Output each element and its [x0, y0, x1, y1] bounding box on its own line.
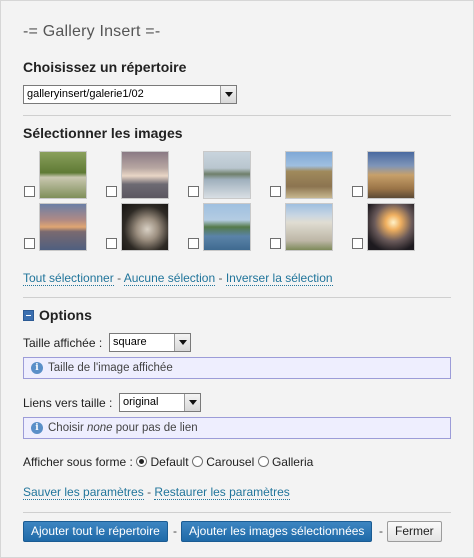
- image-checkbox-6[interactable]: [24, 238, 35, 249]
- image-checkbox-1[interactable]: [24, 186, 35, 197]
- chevron-down-icon[interactable]: [220, 86, 236, 103]
- add-selected-button[interactable]: Ajouter les images sélectionnées: [181, 521, 373, 542]
- add-directory-button[interactable]: Ajouter tout le répertoire: [23, 521, 168, 542]
- radio-default[interactable]: [136, 456, 148, 467]
- thumb-gateway-arch[interactable]: [285, 151, 333, 199]
- image-checkbox-7[interactable]: [106, 238, 117, 249]
- divider: [23, 115, 451, 116]
- separator: -: [218, 271, 223, 285]
- invert-selection-link[interactable]: Inverser la sélection: [225, 271, 333, 286]
- select-all-link[interactable]: Tout sélectionner: [23, 271, 114, 286]
- info-icon: i: [31, 362, 43, 374]
- link-info-suffix: pour pas de lien: [112, 422, 198, 434]
- radio-carousel-label[interactable]: Carousel: [206, 455, 254, 469]
- image-checkbox-4[interactable]: [270, 186, 281, 197]
- settings-links: Sauver les paramètres - Restaurer les pa…: [23, 485, 290, 500]
- images-heading: Sélectionner les images: [23, 125, 183, 141]
- separator: -: [379, 524, 383, 538]
- radio-carousel[interactable]: [191, 456, 203, 467]
- thumb-harbor[interactable]: [203, 151, 251, 199]
- display-row: Afficher sous forme : Default Carousel G…: [23, 455, 313, 469]
- radio-galleria-label[interactable]: Galleria: [272, 455, 313, 469]
- divider: [23, 512, 451, 513]
- image-checkbox-2[interactable]: [106, 186, 117, 197]
- link-info-none: none: [86, 422, 113, 434]
- separator: -: [147, 485, 152, 499]
- info-icon: i: [31, 422, 43, 434]
- size-select-value: square: [113, 336, 147, 348]
- radio-galleria[interactable]: [257, 456, 269, 467]
- collapse-icon[interactable]: [23, 310, 34, 321]
- link-info-box: i Choisir none pour pas de lien: [23, 417, 451, 439]
- restore-settings-link[interactable]: Restaurer les paramètres: [154, 485, 290, 500]
- image-checkbox-10[interactable]: [352, 238, 363, 249]
- separator: -: [173, 524, 177, 538]
- link-size-label: Liens vers taille :: [23, 396, 113, 410]
- image-checkbox-8[interactable]: [188, 238, 199, 249]
- image-checkbox-9[interactable]: [270, 238, 281, 249]
- thumb-city-sunset[interactable]: [39, 203, 87, 251]
- options-heading[interactable]: Options: [23, 307, 92, 323]
- save-settings-link[interactable]: Sauver les paramètres: [23, 485, 144, 500]
- thumb-monkey[interactable]: [121, 203, 169, 251]
- directory-select[interactable]: galleryinsert/galerie1/02: [23, 85, 237, 104]
- image-checkbox-3[interactable]: [188, 186, 199, 197]
- link-size-select-value: original: [123, 396, 159, 408]
- link-size-select[interactable]: original: [119, 393, 201, 412]
- options-heading-label: Options: [39, 307, 92, 323]
- thumb-palm-sunset[interactable]: [367, 203, 415, 251]
- chevron-down-icon[interactable]: [184, 394, 200, 411]
- select-none-link[interactable]: Aucune sélection: [123, 271, 216, 286]
- image-checkbox-5[interactable]: [352, 186, 363, 197]
- size-select[interactable]: square: [109, 333, 191, 352]
- chevron-down-icon[interactable]: [174, 334, 190, 351]
- radio-default-label[interactable]: Default: [151, 455, 189, 469]
- directory-heading: Choisissez un répertoire: [23, 59, 187, 75]
- display-label: Afficher sous forme :: [23, 455, 133, 469]
- thumb-coast-fort[interactable]: [203, 203, 251, 251]
- divider: [23, 297, 451, 298]
- size-label: Taille affichée :: [23, 336, 103, 350]
- link-info-prefix: Choisir: [48, 422, 87, 434]
- thumb-sunset-sea[interactable]: [121, 151, 169, 199]
- size-info-text: Taille de l'image affichée: [48, 362, 173, 374]
- separator: -: [117, 271, 122, 285]
- thumb-waterfall[interactable]: [39, 151, 87, 199]
- thumb-church[interactable]: [285, 203, 333, 251]
- gallery-insert-panel: -= Gallery Insert =- Choisissez un réper…: [0, 0, 474, 558]
- selection-links: Tout sélectionner - Aucune sélection - I…: [23, 271, 333, 286]
- panel-title: -= Gallery Insert =-: [23, 23, 161, 40]
- size-info-box: i Taille de l'image affichée: [23, 357, 451, 379]
- directory-select-value: galleryinsert/galerie1/02: [27, 88, 144, 100]
- thumb-colonial-building[interactable]: [367, 151, 415, 199]
- close-button[interactable]: Fermer: [387, 521, 442, 542]
